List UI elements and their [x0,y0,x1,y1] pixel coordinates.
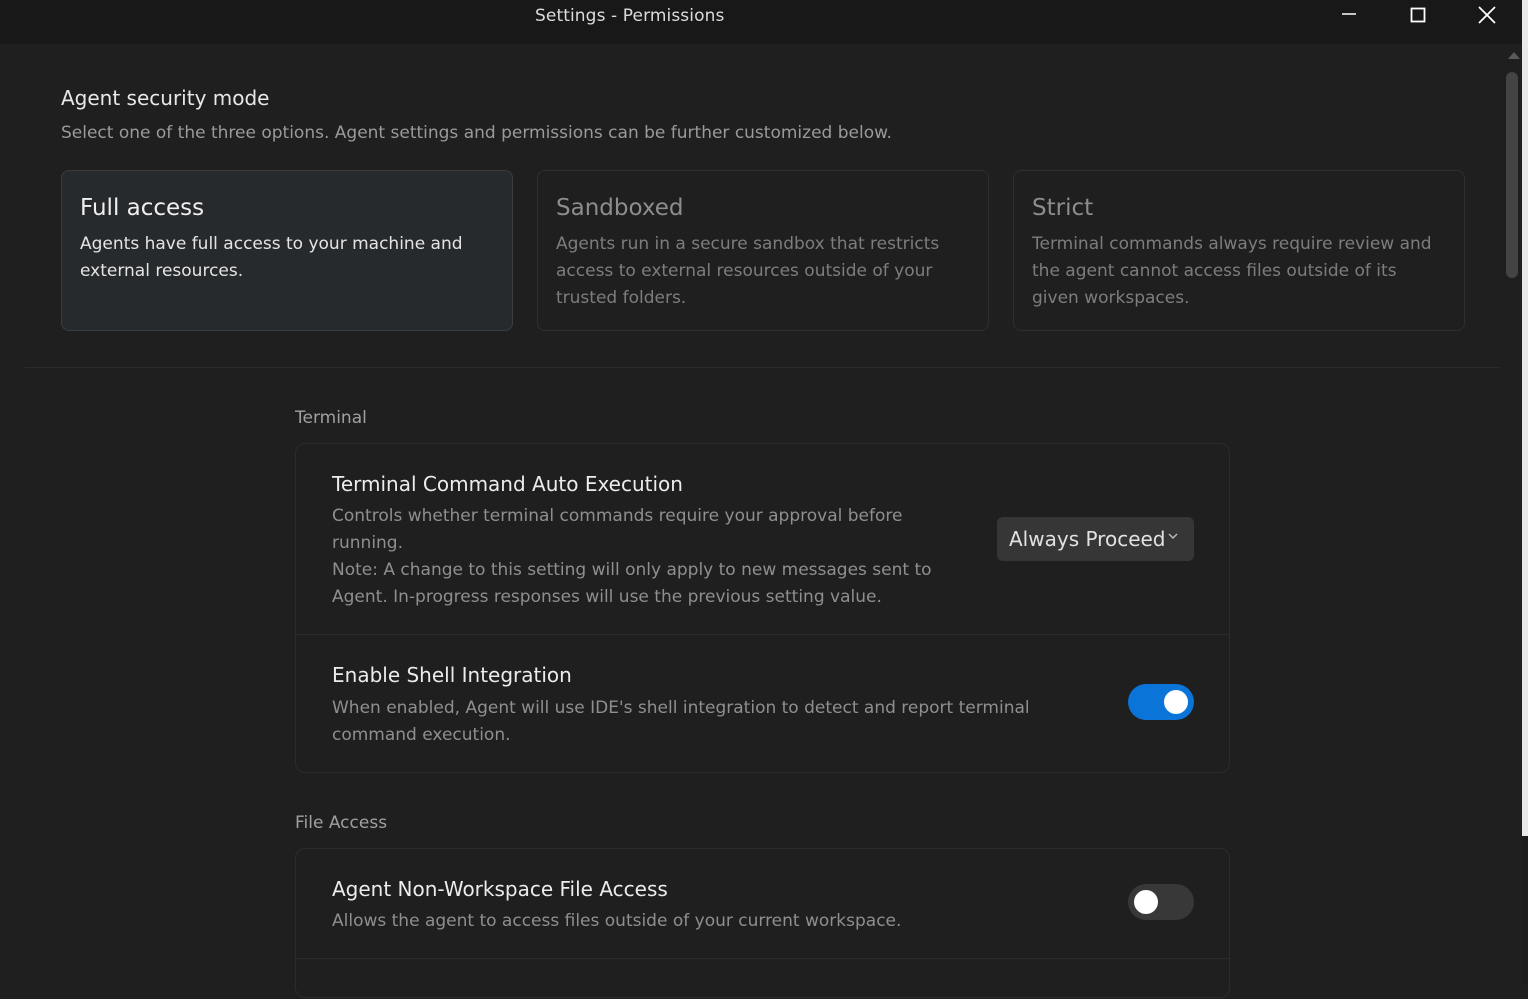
select-value: Always Proceed [1009,527,1166,551]
title-bar: Settings - Permissions [0,0,1522,44]
setting-description: When enabled, Agent will use IDE's shell… [332,698,1030,745]
section-divider [25,367,1500,368]
setting-note: Note: A change to this setting will only… [332,560,932,607]
terminal-group-label: Terminal [295,408,367,428]
mode-card-sandboxed[interactable]: Sandboxed Agents run in a secure sandbox… [537,170,989,331]
chevron-down-icon [1168,533,1178,539]
mode-card-description: Terminal commands always require review … [1032,234,1432,308]
toggle-knob [1134,890,1158,914]
maximize-icon [1410,7,1426,23]
window-edge [1522,0,1528,836]
setting-description: Allows the agent to access files outside… [332,911,902,931]
window-title: Settings - Permissions [535,6,725,26]
non-workspace-access-toggle[interactable] [1128,884,1194,920]
maximize-button[interactable] [1395,0,1441,30]
minimize-icon [1342,13,1356,15]
window-edge-lower [1522,836,1528,984]
mode-card-description: Agents have full access to your machine … [80,234,463,281]
mode-card-title: Full access [80,195,205,221]
scroll-up-arrow-icon[interactable] [1508,52,1520,59]
setting-description: Controls whether terminal commands requi… [332,506,903,553]
setting-title: Enable Shell Integration [332,663,572,687]
file-access-group-label: File Access [295,813,388,833]
mode-card-full-access[interactable]: Full access Agents have full access to y… [61,170,513,331]
setting-title: Terminal Command Auto Execution [332,472,683,496]
file-access-settings-panel: Agent Non-Workspace File Access Allows t… [295,848,1230,998]
close-button[interactable] [1464,0,1510,30]
auto-execution-select[interactable]: Always Proceed [997,517,1194,561]
mode-card-description: Agents run in a secure sandbox that rest… [556,234,940,308]
mode-card-strict[interactable]: Strict Terminal commands always require … [1013,170,1465,331]
vertical-scrollbar[interactable] [1503,44,1522,984]
setting-title: Agent Non-Workspace File Access [332,877,668,901]
toggle-knob [1164,690,1188,714]
setting-row-next [296,959,1229,999]
setting-row-shell-integration: Enable Shell Integration When enabled, A… [296,635,1229,772]
scroll-thumb[interactable] [1506,72,1518,278]
security-mode-description: Select one of the three options. Agent s… [61,123,892,143]
close-icon [1478,6,1496,24]
terminal-settings-panel: Terminal Command Auto Execution Controls… [295,443,1230,773]
setting-row-non-workspace-access: Agent Non-Workspace File Access Allows t… [296,849,1229,959]
mode-card-title: Strict [1032,195,1094,221]
minimize-button[interactable] [1326,0,1372,30]
setting-row-auto-execution: Terminal Command Auto Execution Controls… [296,444,1229,635]
security-mode-title: Agent security mode [61,86,270,110]
shell-integration-toggle[interactable] [1128,684,1194,720]
mode-card-title: Sandboxed [556,195,684,221]
